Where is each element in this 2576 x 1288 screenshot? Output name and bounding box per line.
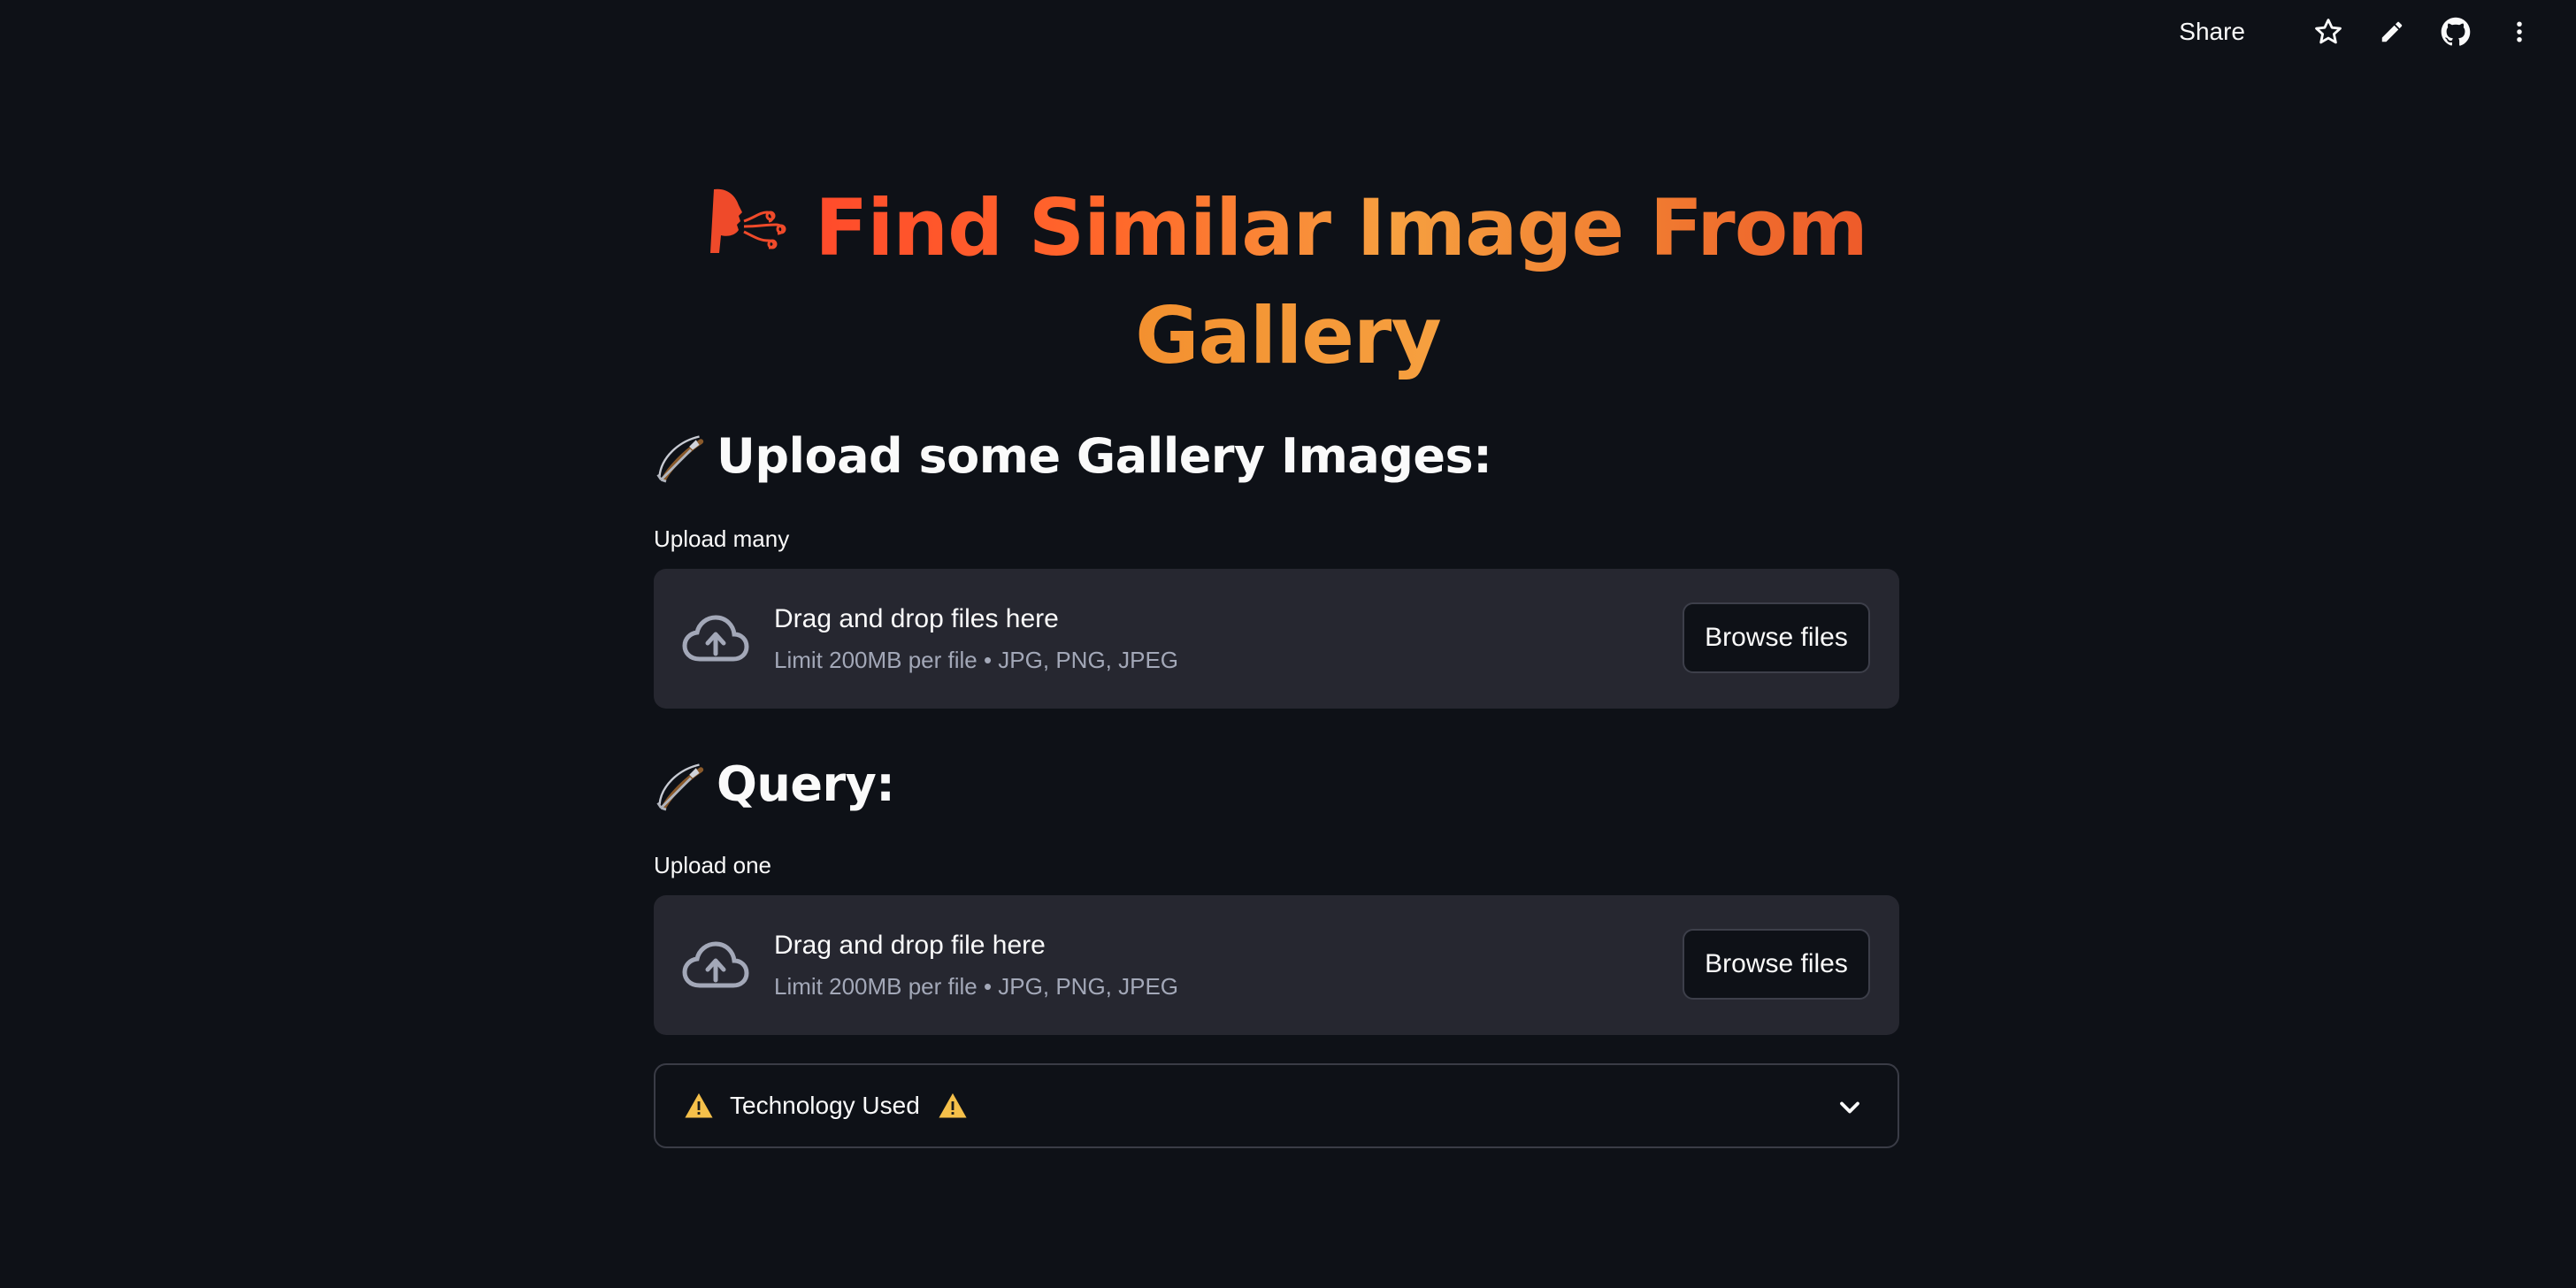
star-icon[interactable] <box>2311 14 2346 50</box>
query-dropzone[interactable]: Drag and drop file here Limit 200MB per … <box>654 895 1899 1035</box>
cloud-upload-icon <box>682 605 749 672</box>
query-section-header: Query: <box>653 756 895 812</box>
cloud-upload-icon <box>682 932 749 999</box>
query-section-title: Query: <box>717 756 895 812</box>
gallery-dropzone-primary-text: Drag and drop files here <box>774 603 1059 633</box>
technology-used-expander[interactable]: Technology Used <box>654 1063 1899 1148</box>
expander-label: Technology Used <box>730 1092 920 1119</box>
face-breath-logo-icon <box>709 175 794 278</box>
query-dropzone-limit-text: Limit 200MB per file • JPG, PNG, JPEG <box>774 972 1179 1000</box>
gallery-browse-files-button[interactable]: Browse files <box>1683 602 1870 673</box>
query-uploader-label: Upload one <box>654 852 771 878</box>
title-line-2: Gallery <box>1135 290 1441 382</box>
bow-and-arrow-icon <box>656 434 704 482</box>
warning-icon <box>685 1092 713 1118</box>
title-line-1: Find Similar Image From <box>815 182 1868 273</box>
gallery-section-title: Upload some Gallery Images: <box>717 428 1492 484</box>
pencil-icon[interactable] <box>2374 14 2410 50</box>
gallery-uploader-label: Upload many <box>654 525 790 552</box>
top-toolbar: Share <box>2179 0 2576 64</box>
gallery-section-header: Upload some Gallery Images: <box>653 428 1492 484</box>
github-icon[interactable] <box>2438 14 2473 50</box>
query-dropzone-primary-text: Drag and drop file here <box>774 930 1046 960</box>
warning-icon <box>939 1092 967 1118</box>
gallery-dropzone[interactable]: Drag and drop files here Limit 200MB per… <box>654 569 1899 709</box>
page-title: Find Similar Image From Gallery <box>0 177 2576 387</box>
query-browse-files-button[interactable]: Browse files <box>1683 929 1870 1000</box>
gallery-dropzone-limit-text: Limit 200MB per file • JPG, PNG, JPEG <box>774 646 1179 673</box>
chevron-down-icon[interactable] <box>1834 1092 1866 1123</box>
more-vertical-icon[interactable] <box>2502 14 2537 50</box>
bow-and-arrow-icon <box>656 763 704 810</box>
share-button[interactable]: Share <box>2179 18 2245 46</box>
